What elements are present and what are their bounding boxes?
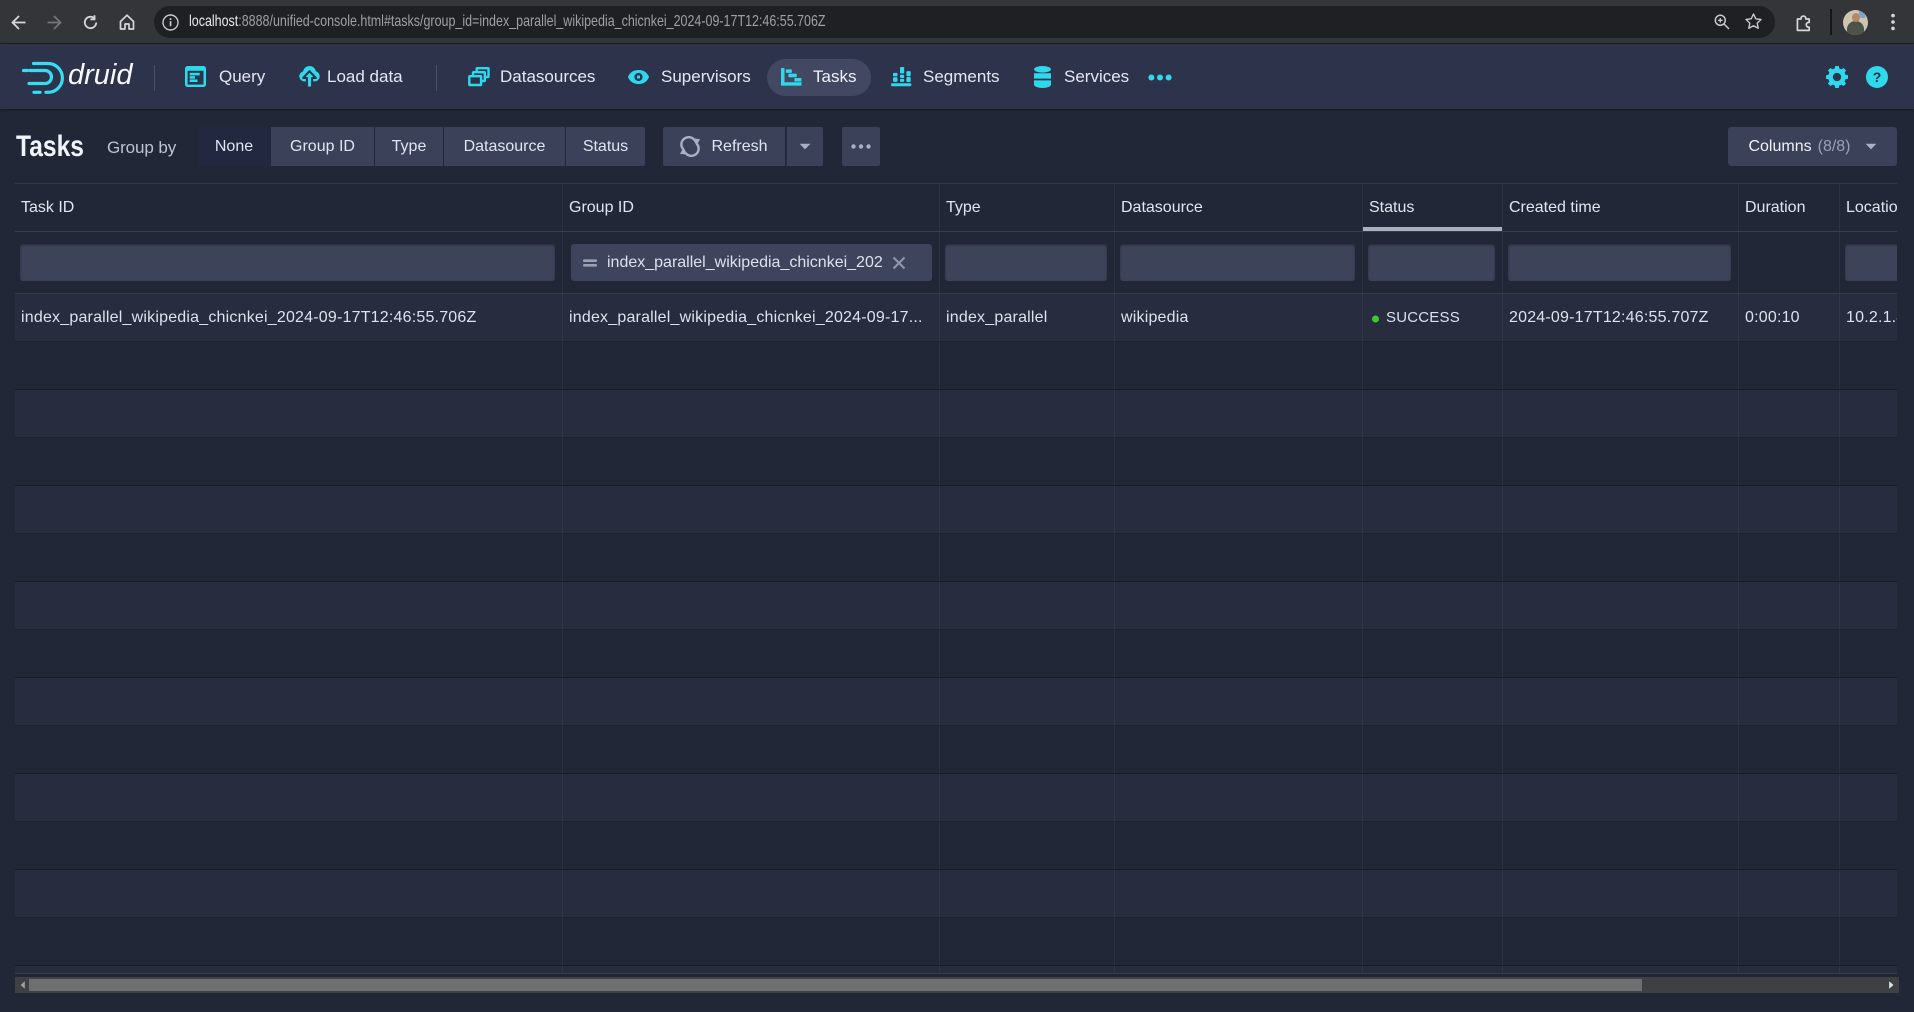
svg-text:?: ? [1873,69,1882,85]
